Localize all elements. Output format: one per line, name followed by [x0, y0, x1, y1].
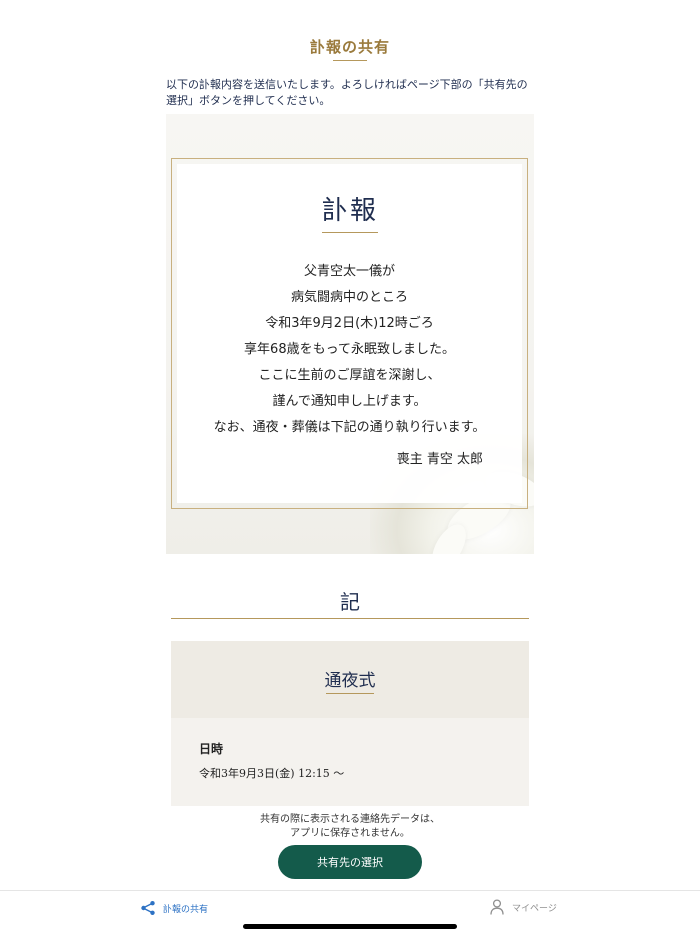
notice-line: ここに生前のご厚誼を深謝し、 [258, 368, 441, 383]
intro-text: 以下の訃報内容を送信いたします。よろしければページ下部の「共有先の選択」ボタンを… [166, 78, 528, 107]
notice-title-underline [322, 232, 378, 233]
page-title-underline [333, 60, 367, 61]
notice-line: 父青空太一儀が [303, 264, 395, 279]
notice-body: 父青空太一儀が 病気闘病中のところ 令和3年9月2日(木)12時ごろ 享年68歳… [177, 259, 522, 441]
wake-date-label: 日時 [199, 742, 224, 756]
wake-section-title-underline [326, 693, 374, 694]
tab-share-label: 訃報の共有 [163, 904, 209, 915]
person-icon [490, 899, 504, 915]
details-heading: 記 [340, 590, 360, 614]
wake-date-value: 令和3年9月3日(金) 12:15 〜 [199, 767, 345, 780]
page-title: 訃報の共有 [309, 38, 390, 56]
footer-note: 共有の際に表示される連絡先データは、 アプリに保存されません。 [0, 813, 700, 841]
details-heading-line [171, 618, 529, 619]
notice-line: なお、通夜・葬儀は下記の通り執り行います。 [213, 420, 486, 435]
footer-note-line: アプリに保存されません。 [290, 828, 410, 839]
wake-section-title: 通夜式 [324, 671, 376, 691]
share-icon [140, 900, 156, 916]
tab-share-notice[interactable]: 訃報の共有 [140, 900, 208, 916]
notice-line: 謹んで通知申し上げます。 [272, 394, 427, 409]
select-share-target-button[interactable]: 共有先の選択 [278, 845, 422, 879]
tab-mypage-label: マイページ [512, 903, 557, 914]
notice-title: 訃報 [321, 196, 378, 226]
notice-line: 病気闘病中のところ [290, 290, 408, 305]
notice-line: 令和3年9月2日(木)12時ごろ [265, 316, 434, 331]
footer-note-line: 共有の際に表示される連絡先データは、 [260, 814, 440, 825]
home-indicator[interactable] [243, 924, 457, 929]
wake-section-body [171, 718, 529, 806]
tab-mypage[interactable]: マイページ [490, 899, 557, 915]
mourner-name: 喪主 青空 太郎 [396, 452, 483, 467]
notice-line: 享年68歳をもって永眠致しました。 [244, 342, 455, 357]
